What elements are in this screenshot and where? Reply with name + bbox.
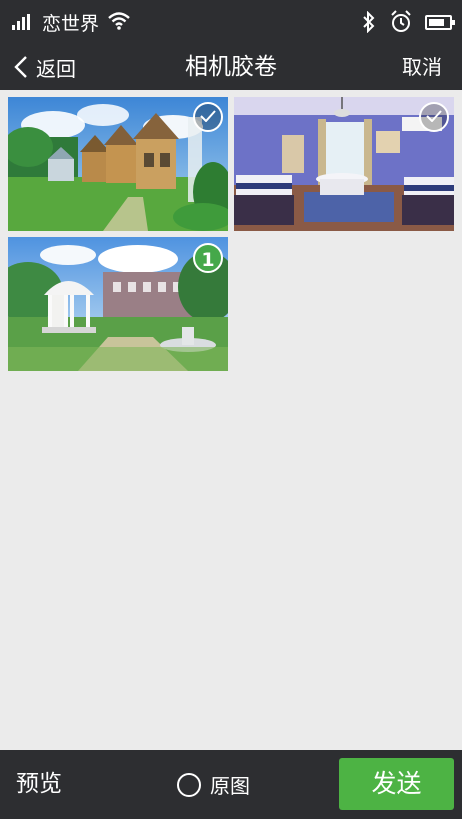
alarm-icon: [391, 10, 411, 32]
original-image-toggle[interactable]: 原图: [177, 750, 250, 819]
radio-unchecked-icon: [177, 772, 201, 797]
carrier-name: 恋世界: [42, 13, 100, 35]
photo-thumbnail[interactable]: 1: [8, 237, 228, 371]
photo-thumbnail[interactable]: [234, 97, 454, 231]
signal-icon: [12, 14, 32, 30]
status-bar: 恋世界: [0, 0, 462, 44]
check-icon: [200, 110, 216, 122]
select-checkbox[interactable]: [193, 102, 223, 132]
chevron-left-icon: [14, 56, 27, 78]
back-label: 返回: [36, 56, 76, 81]
select-checkbox[interactable]: [419, 102, 449, 132]
back-button[interactable]: 返回: [14, 44, 76, 90]
bluetooth-icon: [363, 11, 375, 33]
send-button[interactable]: 发送: [339, 758, 454, 810]
wifi-icon: [108, 12, 130, 30]
preview-button[interactable]: 预览: [16, 750, 62, 819]
selection-order-badge[interactable]: 1: [193, 243, 223, 273]
photo-grid: 1: [0, 90, 462, 750]
original-image-label: 原图: [210, 774, 250, 798]
battery-icon: [425, 15, 455, 30]
cancel-button[interactable]: 取消: [402, 44, 442, 90]
check-icon: [426, 110, 442, 122]
photo-thumbnail[interactable]: [8, 97, 228, 231]
nav-bar: 返回 相机胶卷 取消: [0, 44, 462, 90]
